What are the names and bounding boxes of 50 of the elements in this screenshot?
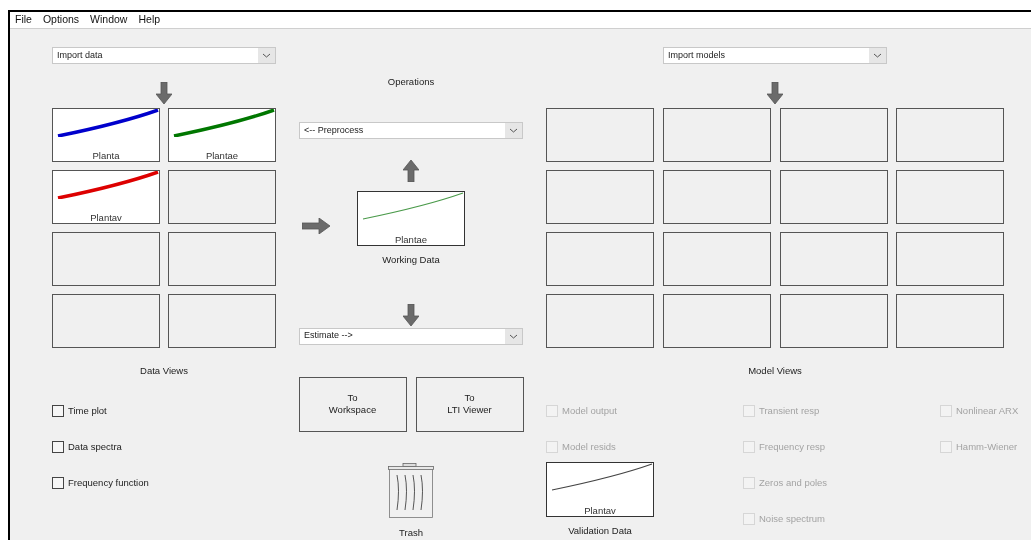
checkbox-label: Frequency function [68,476,149,491]
tile-caption: Working Data [382,253,440,268]
tile-label: Plantae [394,234,428,245]
checkbox-label: Frequency resp [759,440,825,455]
menu-item[interactable]: File [15,12,32,28]
checkbox-label: Data spectra [68,440,122,455]
checkbox-label: Hamm-Wiener [956,440,1018,455]
checkbox-label: Transient resp [759,404,820,419]
tile-caption: Validation Data [568,524,632,539]
checkbox-label: Model output [562,404,617,419]
tile-label: Plantav [584,505,616,516]
tile-label: Plantae [205,150,239,160]
export-button[interactable]: To LTI Viewer [415,376,524,432]
checkbox-label: Nonlinear ARX [956,404,1019,419]
preprocess-dropdown[interactable]: <-- Preprocess [299,122,523,140]
section-title: Data Views [140,364,188,378]
down-arrow-icon [403,303,419,326]
checkbox[interactable] [52,405,64,418]
checkbox-label: Model resids [562,440,616,455]
chevron-down-icon [869,48,886,63]
up-arrow-icon [403,160,419,183]
checkbox-label: Zeros and poles [759,476,828,491]
import-data-dropdown[interactable]: Import data [52,47,276,64]
data-view-tile[interactable]: Plantae [168,108,276,162]
menu-item[interactable]: Options [42,12,80,28]
data-view-tile[interactable]: Planta [52,108,160,162]
down-arrow-icon [156,82,172,104]
tile-label: Plantav [90,212,122,222]
tile-label: Planta [92,150,120,160]
trash-label: Trash [399,525,423,540]
menu-item[interactable]: Help [138,12,161,28]
checkbox-label: Time plot [68,404,107,419]
chevron-down-icon [258,48,275,63]
data-view-tile[interactable]: Plantav [52,170,160,224]
checkbox[interactable] [52,477,64,490]
validation-data-tile[interactable]: Plantav [546,462,654,518]
export-button[interactable]: To Workspace [298,376,407,432]
trash-can-icon[interactable] [388,462,434,518]
checkbox[interactable] [52,441,64,454]
chevron-down-icon [505,123,522,139]
chevron-down-icon [505,328,522,344]
checkbox-label: Noise spectrum [759,512,825,527]
import-models-dropdown[interactable]: Import models [663,47,887,64]
working-data-tile[interactable]: Plantae [357,191,465,247]
down-arrow-icon [767,82,783,104]
right-arrow-icon [302,218,330,235]
section-title: Operations [387,75,435,89]
section-title: Model Views [748,364,802,378]
menu-item[interactable]: Window [90,12,128,28]
estimate-dropdown[interactable]: Estimate --> [299,327,523,345]
